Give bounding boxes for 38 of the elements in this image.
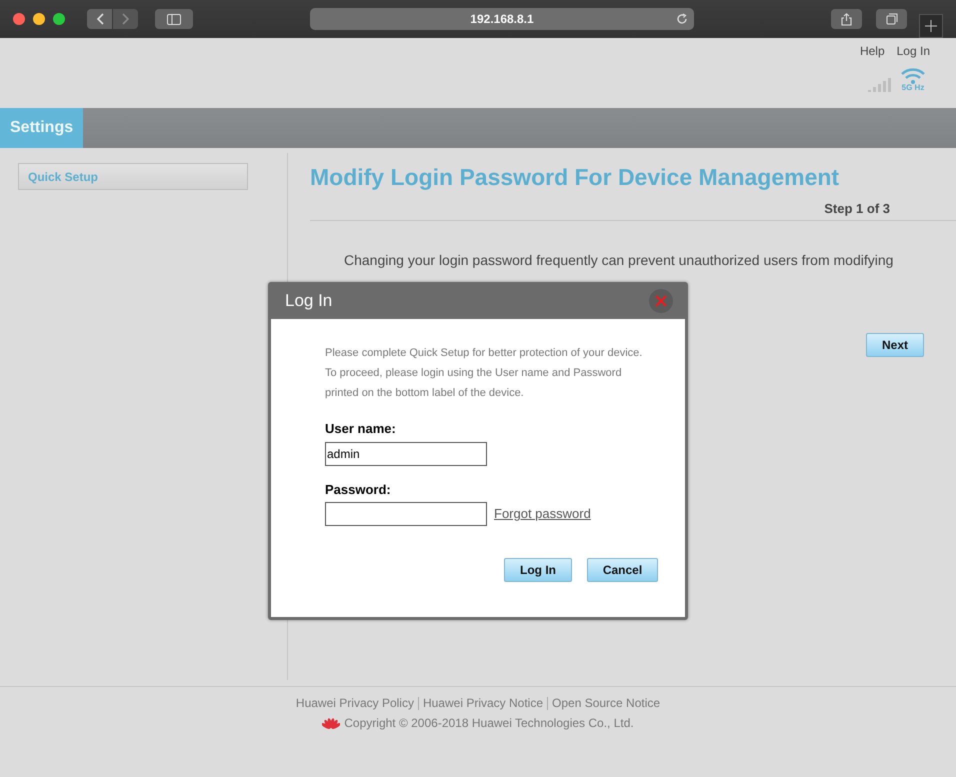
tabs-button[interactable] <box>876 9 907 29</box>
share-icon <box>841 12 852 26</box>
wifi-band-label: 5G Hz <box>902 84 924 92</box>
dialog-message: Please complete Quick Setup for better protection of your device. To proceed, please login using the User name and Password printed on the bottom label of the device. <box>325 346 643 401</box>
back-button[interactable] <box>87 9 112 29</box>
chevron-right-icon <box>122 13 130 25</box>
text-field[interactable] <box>325 502 487 526</box>
sidebar-toggle-button[interactable] <box>155 9 193 29</box>
plus-icon <box>925 20 937 32</box>
close-icon <box>655 294 667 306</box>
wifi-icon <box>900 68 926 84</box>
reload-icon[interactable] <box>676 13 688 25</box>
minimize-window-icon[interactable] <box>33 13 45 25</box>
step-indicator: Step 1 of 3 <box>824 200 890 218</box>
header-link[interactable]: Log In <box>896 42 930 60</box>
field-label: User name: <box>325 420 397 438</box>
text-field[interactable]: admin <box>325 442 487 466</box>
tabs-icon <box>886 13 898 25</box>
address-bar[interactable]: 192.168.8.1 <box>310 8 694 30</box>
new-tab-button[interactable] <box>919 14 943 38</box>
share-button[interactable] <box>831 9 862 29</box>
forgot-password-link[interactable]: Forgot password <box>494 504 591 524</box>
header-link[interactable]: Help <box>860 42 885 60</box>
dialog-title: Log In <box>285 290 332 312</box>
copyright-text: Copyright © 2006-2018 Huawei Technologies Co., Ltd. <box>344 715 634 732</box>
dialog-button[interactable]: Log In <box>504 558 572 582</box>
description-text: Changing your login password frequently can prevent unauthorized users from modifying <box>344 251 894 270</box>
sidebar-icon <box>167 14 181 24</box>
maximize-window-icon[interactable] <box>53 13 65 25</box>
page-title: Modify Login Password For Device Management <box>310 163 840 192</box>
signal-strength-icon <box>868 76 892 92</box>
flower-logo-icon <box>322 716 340 730</box>
dialog-button[interactable]: Cancel <box>587 558 658 582</box>
field-label: Password: <box>325 480 392 498</box>
chevron-left-icon <box>96 13 104 25</box>
close-window-icon[interactable] <box>13 13 25 25</box>
url-text: 192.168.8.1 <box>470 11 534 28</box>
next-button[interactable]: Next <box>866 333 924 357</box>
